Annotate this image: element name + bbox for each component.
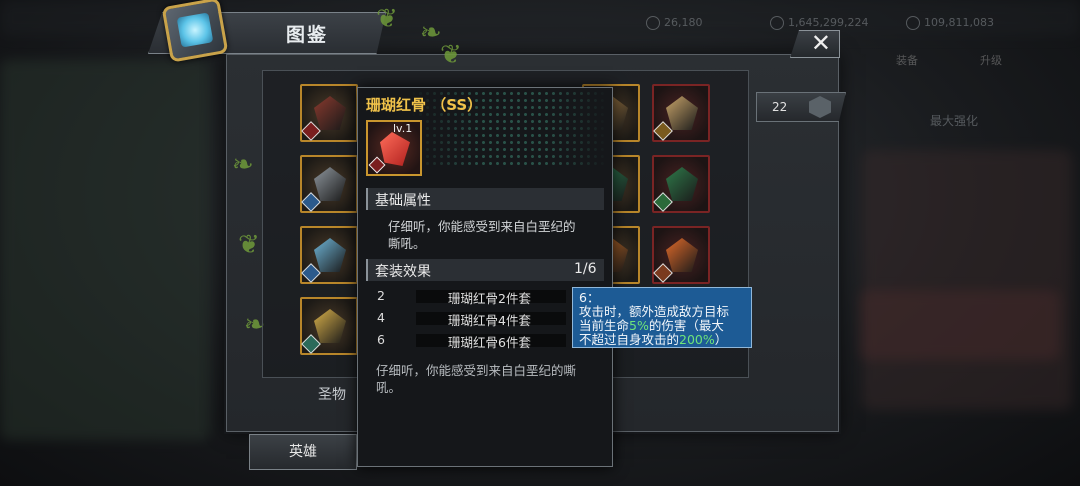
set-effect-title: 套装效果	[375, 264, 431, 280]
gold-icon	[770, 16, 784, 30]
rarity-tag-icon	[653, 263, 673, 283]
tooltip-highlight: 200%	[679, 332, 715, 347]
relic-icon	[314, 238, 346, 272]
relic-icon	[666, 167, 698, 201]
tooltip-heading: 6：	[579, 290, 600, 305]
vine-leaf-icon: ❦	[376, 4, 398, 34]
rarity-tag-icon	[301, 263, 321, 283]
tooltip-line: 当前生命5%的伤害（最大	[579, 318, 724, 333]
set-row-count: 4	[377, 310, 385, 325]
rarity-tag-icon	[653, 192, 673, 212]
tooltip-line: 不超过自身攻击的200%）	[579, 332, 728, 347]
coin-icon	[646, 16, 660, 30]
category-label: 圣物	[318, 387, 346, 403]
vine-leaf-icon: ❦	[238, 230, 260, 260]
relic-icon	[666, 96, 698, 130]
set-row-label: 珊瑚红骨6件套	[448, 335, 531, 350]
relic-slot[interactable]	[300, 226, 358, 284]
item-flavor-text: 仔细听，你能感受到来自白垩纪的嘶吼。	[376, 363, 577, 395]
bg-tab-upgrade: 升级	[980, 54, 1002, 67]
relic-slot[interactable]	[300, 155, 358, 213]
set-row-count: 6	[377, 332, 385, 347]
collection-count-box	[756, 92, 846, 122]
close-icon: ✕	[810, 29, 831, 57]
relic-icon	[666, 238, 698, 272]
bg-stat-2: 1,645,299,224	[770, 16, 868, 30]
tab-heroes[interactable]: 英雄	[249, 434, 357, 470]
rarity-tag-icon	[301, 192, 321, 212]
bg-left-panel	[0, 60, 210, 440]
bg-stat-1: 26,180	[646, 16, 703, 30]
relic-slot[interactable]	[300, 297, 358, 355]
set-row-count: 2	[377, 288, 385, 303]
set-row-label: 珊瑚红骨2件套	[448, 291, 531, 306]
rarity-tag-icon	[301, 334, 321, 354]
relic-icon	[314, 96, 346, 130]
vine-leaf-icon: ❦	[440, 40, 462, 70]
bg-tab-equip: 装备	[896, 54, 918, 67]
codex-book-icon	[161, 0, 229, 63]
item-name: 珊瑚红骨 （SS）	[366, 96, 483, 114]
relic-slot[interactable]	[652, 155, 710, 213]
collection-count: 22	[772, 100, 788, 114]
relic-icon	[314, 309, 346, 343]
relic-slot[interactable]	[652, 226, 710, 284]
gem-icon	[906, 16, 920, 30]
rarity-tag-icon	[301, 121, 321, 141]
bg-label-max: 最大强化	[930, 114, 979, 128]
relic-slot[interactable]	[652, 84, 710, 142]
tooltip-highlight: 5%	[629, 318, 649, 333]
bg-right-cards	[860, 290, 1060, 360]
set-progress: 1/6	[574, 261, 597, 277]
item-level: lv.1	[393, 122, 413, 135]
rarity-tag-icon	[368, 156, 386, 174]
vine-leaf-icon: ❧	[232, 150, 254, 180]
relic-icon	[314, 167, 346, 201]
set-effect-tooltip: 6： 攻击时，额外造成敌方目标 当前生命5%的伤害（最大 不超过自身攻击的200…	[572, 287, 752, 348]
coral-bone-icon	[380, 132, 410, 166]
rarity-tag-icon	[653, 121, 673, 141]
base-attr-description: 仔细听，你能感受到来自白垩纪的嘶吼。	[388, 219, 576, 251]
relic-slot[interactable]	[300, 84, 358, 142]
vine-leaf-icon: ❧	[420, 18, 442, 48]
set-row-label: 珊瑚红骨4件套	[448, 313, 531, 328]
window-title: 图鉴	[286, 24, 329, 46]
base-attr-title: 基础属性	[375, 193, 431, 209]
tooltip-line: 攻击时，额外造成敌方目标	[579, 304, 730, 319]
bg-stat-3: 109,811,083	[906, 16, 994, 30]
bg-right-panel	[862, 150, 1072, 410]
